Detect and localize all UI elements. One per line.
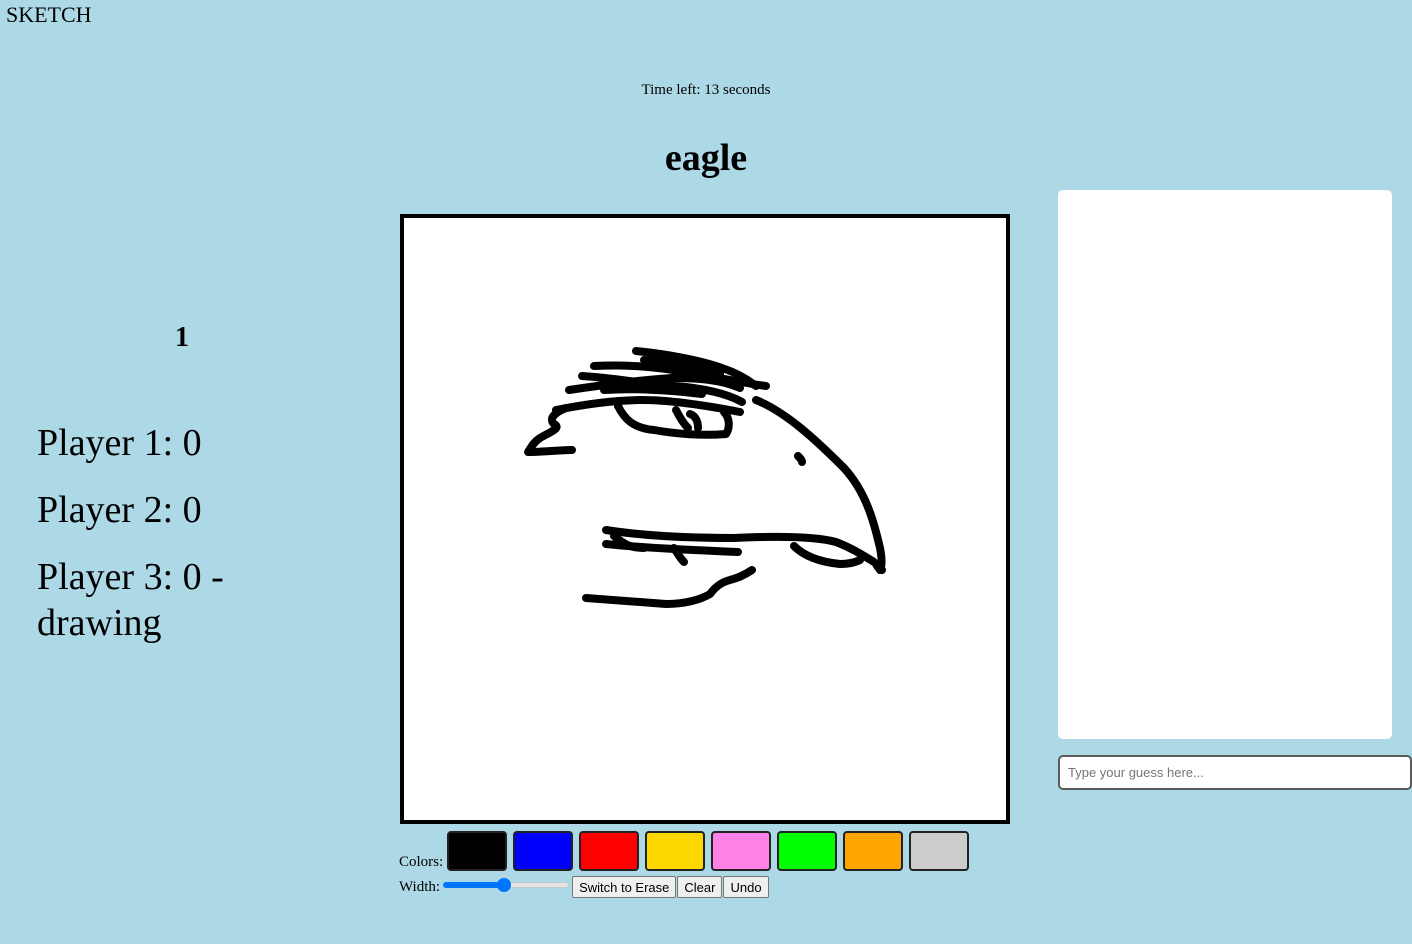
undo-button[interactable]: Undo xyxy=(723,876,769,898)
timer-text: Time left: 13 seconds xyxy=(641,82,771,98)
switch-to-erase-button[interactable]: Switch to Erase xyxy=(572,876,677,898)
color-swatch-pink[interactable] xyxy=(711,831,772,871)
player-score-3: Player 3: 0 - drawing xyxy=(37,556,224,644)
round-number: 1 xyxy=(175,322,189,353)
color-palette: Colors: xyxy=(399,831,975,871)
color-swatch-black[interactable] xyxy=(447,831,508,871)
color-swatch-red[interactable] xyxy=(579,831,640,871)
drawing-strokes xyxy=(524,347,886,608)
chat-messages xyxy=(1058,190,1392,739)
player-list: Player 1: 0 Player 2: 0 Player 3: 0 - dr… xyxy=(37,420,317,667)
drawing-canvas[interactable] xyxy=(400,214,1010,824)
width-slider-fill xyxy=(443,882,504,888)
clear-button[interactable]: Clear xyxy=(677,876,723,898)
width-controls: Width: Switch to Erase Clear Undo xyxy=(399,876,770,898)
app-title: SKETCH xyxy=(6,2,92,27)
color-swatch-orange[interactable] xyxy=(843,831,904,871)
current-word: eagle xyxy=(664,137,748,179)
width-label: Width: xyxy=(399,878,441,895)
color-swatch-blue[interactable] xyxy=(513,831,574,871)
player-score-2: Player 2: 0 xyxy=(37,489,202,531)
colors-label: Colors: xyxy=(399,854,444,870)
color-swatch-green[interactable] xyxy=(777,831,838,871)
width-slider[interactable] xyxy=(443,877,570,893)
color-swatch-yellow[interactable] xyxy=(645,831,706,871)
width-slider-thumb[interactable] xyxy=(496,878,511,892)
player-score-1: Player 1: 0 xyxy=(37,422,202,464)
color-swatch-gray[interactable] xyxy=(909,831,970,871)
guess-input[interactable] xyxy=(1058,755,1412,790)
